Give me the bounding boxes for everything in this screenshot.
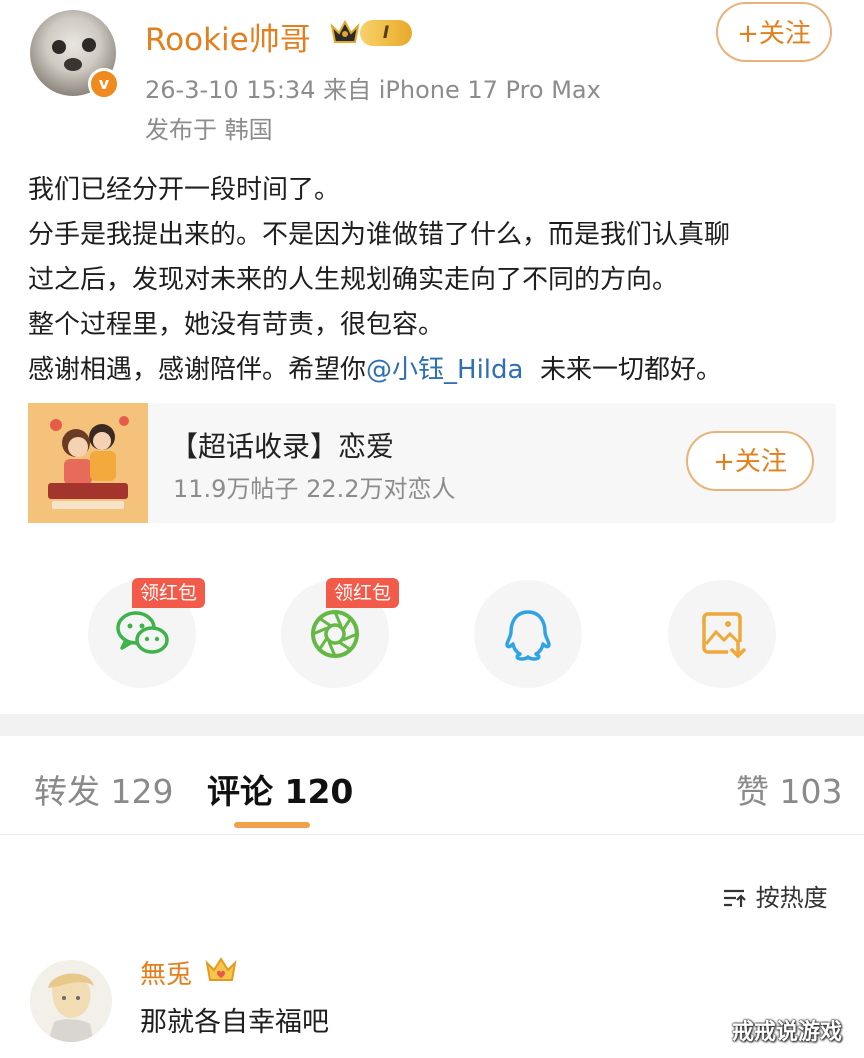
follow-author-button[interactable]: +关注 <box>716 2 832 62</box>
sort-icon <box>724 889 746 907</box>
topic-card[interactable]: 【超话收录】恋爱 11.9万帖子 22.2万对恋人 +关注 <box>28 403 836 523</box>
share-qq-button[interactable] <box>474 580 582 688</box>
vip-crown-icon <box>205 957 237 981</box>
watermark-text: 戒戒说游戏 <box>732 1020 843 1045</box>
post-time-source: 26-3-10 15:34 来自 iPhone 17 Pro Max <box>145 76 601 104</box>
section-divider <box>0 714 864 736</box>
tab-divider <box>0 834 864 835</box>
sort-label: 按热度 <box>755 884 828 912</box>
verified-badge-icon: v <box>88 68 120 100</box>
topic-cover-image <box>28 403 148 523</box>
post-line: 分手是我提出来的。不是因为谁做错了什么，而是我们认真聊 <box>28 220 731 250</box>
author-name[interactable]: Rookie帅哥 <box>145 14 311 59</box>
sort-by-hot-button[interactable]: 按热度 <box>722 878 828 913</box>
topic-title: 【超话收录】恋爱 <box>170 430 395 463</box>
red-packet-tag: 领红包 <box>326 578 400 608</box>
follow-topic-button[interactable]: +关注 <box>686 431 814 491</box>
red-packet-tag: 领红包 <box>132 578 206 608</box>
post-line-text: 感谢相遇，感谢陪伴。希望你 <box>28 355 367 385</box>
post-line: 我们已经分开一段时间了。 <box>28 175 341 205</box>
post-line-text: 未来一切都好。 <box>523 355 722 385</box>
post-content: 我们已经分开一段时间了。 分手是我提出来的。不是因为谁做错了什么，而是我们认真聊… <box>28 168 848 393</box>
commenter-avatar[interactable] <box>30 960 112 1042</box>
post-line: 整个过程里，她没有苛责，很包容。 <box>28 310 445 340</box>
save-image-icon <box>702 612 748 660</box>
tab-repost[interactable]: 转发 129 <box>34 765 173 813</box>
post-line: 过之后，发现对未来的人生规划确实走向了不同的方向。 <box>28 265 679 295</box>
topic-stats: 11.9万帖子 22.2万对恋人 <box>173 475 456 503</box>
tab-likes[interactable]: 赞 103 <box>736 765 842 813</box>
post-line: 感谢相遇，感谢陪伴。希望你@小钰_Hilda 未来一切都好。 <box>28 348 848 393</box>
tab-comments[interactable]: 评论 120 <box>207 765 353 813</box>
vip-crown-icon <box>330 19 360 43</box>
commenter-name[interactable]: 無兎 <box>140 954 192 991</box>
save-image-button[interactable] <box>668 580 776 688</box>
qq-icon <box>505 610 551 661</box>
active-tab-indicator <box>234 822 310 828</box>
mention-link[interactable]: @小钰_Hilda <box>366 355 523 385</box>
comment-text: 那就各自幸福吧 <box>140 1007 329 1038</box>
level-badge: I <box>360 20 412 46</box>
post-location: 发布于 韩国 <box>145 116 273 144</box>
